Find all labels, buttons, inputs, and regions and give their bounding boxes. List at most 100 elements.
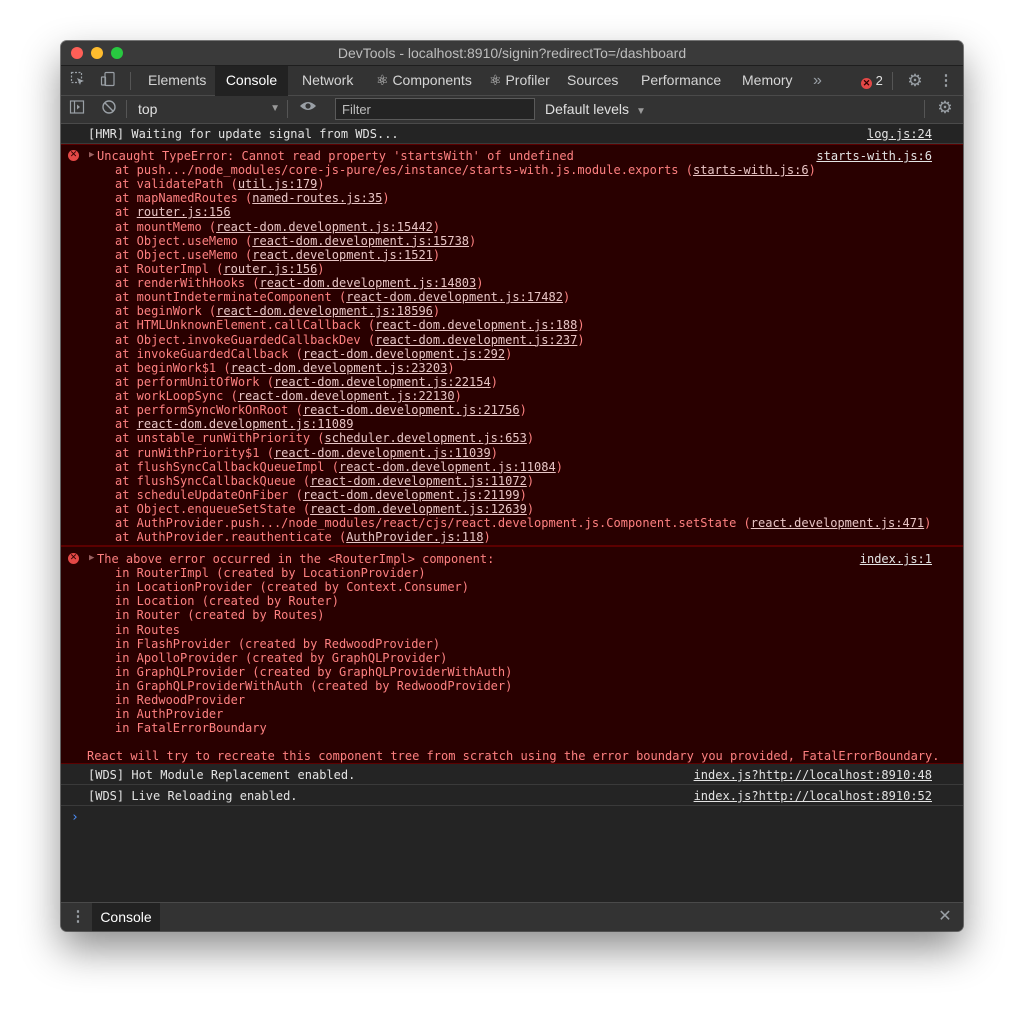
frame-source-link[interactable]: react-dom.development.js:14803: [260, 276, 477, 290]
frame-prefix: at AuthProvider.reauthenticate (: [115, 530, 347, 545]
frame-source-link[interactable]: react-dom.development.js:23203: [231, 361, 448, 375]
tab-components[interactable]: ⚛ Components: [374, 66, 474, 95]
frame-source-link[interactable]: react-dom.development.js:21756: [303, 403, 520, 417]
devtools-window: DevTools - localhost:8910/signin?redirec…: [61, 41, 963, 931]
tab-performance[interactable]: Performance: [639, 66, 723, 95]
frame-source-link[interactable]: react.development.js:1521: [252, 248, 433, 262]
tab-sources[interactable]: Sources: [565, 66, 620, 95]
frame-source-link[interactable]: router.js:156: [223, 262, 317, 276]
frame-source-link[interactable]: util.js:179: [238, 177, 317, 191]
frame-source-link[interactable]: starts-with.js:6: [693, 163, 809, 177]
component-stack-line: in FatalErrorBoundary: [115, 721, 267, 736]
frame-suffix: ): [808, 163, 816, 177]
source-link[interactable]: starts-with.js:6: [816, 149, 932, 163]
source-link[interactable]: index.js?http://localhost:8910:48: [694, 768, 932, 782]
filter-input[interactable]: [335, 98, 535, 120]
close-drawer-icon[interactable]: ✕: [935, 907, 955, 927]
console-settings-gear-icon[interactable]: ⚙: [935, 98, 955, 118]
frame-suffix: ): [476, 276, 484, 291]
frame-source-link[interactable]: react-dom.development.js:15442: [216, 220, 433, 234]
console-message: [WDS] Hot Module Replacement enabled. in…: [61, 764, 963, 785]
clear-console-icon[interactable]: [99, 99, 119, 119]
frame-source-link[interactable]: react-dom.development.js:237: [375, 333, 577, 347]
tab-console[interactable]: Console: [215, 66, 288, 97]
frame-source-link[interactable]: named-routes.js:35: [252, 191, 382, 205]
expand-triangle-icon[interactable]: ▶: [89, 553, 94, 563]
frame-prefix: at validatePath (: [115, 177, 238, 192]
device-toolbar-icon[interactable]: [98, 71, 118, 91]
frame-source-link[interactable]: react-dom.development.js:11072: [310, 474, 527, 488]
message-text: [HMR] Waiting for update signal from WDS…: [88, 127, 399, 141]
live-expression-eye-icon[interactable]: [298, 99, 318, 119]
stack-frame: at scheduleUpdateOnFiber (react-dom.deve…: [115, 488, 527, 502]
title-bar: DevTools - localhost:8910/signin?redirec…: [61, 41, 963, 66]
frame-suffix: ): [317, 177, 325, 192]
frame-source-link[interactable]: react-dom.development.js:188: [375, 318, 577, 332]
tab-separator: [892, 72, 893, 90]
drawer-tab-console[interactable]: Console: [92, 903, 160, 931]
toolbar-separator: [924, 100, 925, 118]
frame-prefix: at beginWork$1 (: [115, 360, 231, 375]
frame-source-link[interactable]: react-dom.development.js:11039: [274, 446, 491, 460]
frame-suffix: ): [924, 516, 932, 531]
frame-source-link[interactable]: react-dom.development.js:17482: [346, 290, 563, 304]
console-prompt-row[interactable]: ›: [61, 807, 963, 831]
tab-elements[interactable]: Elements: [146, 66, 208, 95]
drawer-menu-icon[interactable]: ⋮: [68, 907, 88, 927]
frame-source-link[interactable]: AuthProvider.js:118: [346, 530, 483, 544]
source-link[interactable]: log.js:24: [867, 127, 932, 141]
frame-source-link[interactable]: react-dom.development.js:292: [303, 347, 505, 361]
tab-memory[interactable]: Memory: [740, 66, 795, 95]
stack-frame: at runWithPriority$1 (react-dom.developm…: [115, 446, 498, 460]
dropdown-arrow-icon: ▼: [635, 106, 646, 117]
frame-source-link[interactable]: router.js:156: [137, 205, 231, 219]
frame-source-link[interactable]: react.development.js:471: [751, 516, 924, 530]
frame-suffix: ): [317, 261, 325, 276]
stack-frame: at RouterImpl (router.js:156): [115, 262, 325, 276]
toolbar-separator: [126, 100, 127, 118]
console-output[interactable]: [HMR] Waiting for update signal from WDS…: [61, 124, 963, 902]
component-stack-line: in GraphQLProviderWithAuth (created by R…: [115, 679, 513, 694]
inspect-element-icon[interactable]: [68, 71, 88, 91]
component-stack-line: in ApolloProvider (created by GraphQLPro…: [115, 650, 448, 665]
more-tabs-button[interactable]: »: [811, 66, 824, 95]
frame-prefix: at performSyncWorkOnRoot (: [115, 403, 303, 418]
log-levels-dropdown[interactable]: Default levels ▼: [545, 99, 646, 119]
stack-frame: at HTMLUnknownElement.callCallback (reac…: [115, 318, 585, 332]
stack-frame: at push.../node_modules/core-js-pure/es/…: [115, 163, 816, 177]
stack-frame: at flushSyncCallbackQueueImpl (react-dom…: [115, 460, 563, 474]
stack-frame: at invokeGuardedCallback (react-dom.deve…: [115, 347, 512, 361]
frame-source-link[interactable]: scheduler.development.js:653: [325, 431, 527, 445]
error-count-badge[interactable]: ✕ 2: [861, 73, 883, 89]
frame-source-link[interactable]: react-dom.development.js:15738: [252, 234, 469, 248]
frame-prefix: at push.../node_modules/core-js-pure/es/…: [115, 163, 693, 177]
show-sidebar-icon[interactable]: [67, 99, 87, 119]
frame-source-link[interactable]: react-dom.development.js:22130: [238, 389, 455, 403]
frame-prefix: at flushSyncCallbackQueueImpl (: [115, 459, 339, 474]
frame-source-link[interactable]: react-dom.development.js:11084: [339, 460, 556, 474]
error-count: 2: [875, 73, 883, 88]
frame-suffix: ): [469, 233, 477, 248]
component-stack-line: in FlashProvider (created by RedwoodProv…: [115, 636, 441, 651]
tab-network[interactable]: Network: [300, 66, 355, 95]
frame-source-link[interactable]: react-dom.development.js:12639: [310, 502, 527, 516]
tab-profiler[interactable]: ⚛ Profiler: [487, 66, 552, 95]
frame-suffix: ): [526, 473, 535, 488]
frame-source-link[interactable]: react-dom.development.js:18596: [216, 304, 433, 318]
stack-frame: at router.js:156: [115, 205, 231, 219]
source-link[interactable]: index.js:1: [860, 552, 932, 566]
expand-triangle-icon[interactable]: ▶: [89, 150, 94, 160]
settings-gear-icon[interactable]: ⚙: [905, 71, 925, 91]
source-link[interactable]: index.js?http://localhost:8910:52: [694, 789, 932, 803]
frame-source-link[interactable]: react-dom.development.js:21199: [303, 488, 520, 502]
panel-tab-bar: Elements Console Network ⚛ Components ⚛ …: [61, 66, 963, 97]
frame-suffix: ): [490, 445, 498, 460]
context-selector[interactable]: top ▼: [138, 99, 280, 119]
toolbar-separator: [287, 100, 288, 118]
frame-source-link[interactable]: react-dom.development.js:22154: [274, 375, 491, 389]
stack-frame: at validatePath (util.js:179): [115, 177, 325, 191]
frame-source-link[interactable]: react-dom.development.js:11089: [137, 417, 354, 431]
frame-suffix: ): [432, 219, 441, 234]
component-stack-line: in AuthProvider: [115, 707, 224, 722]
more-menu-icon[interactable]: ⋮: [936, 71, 956, 91]
